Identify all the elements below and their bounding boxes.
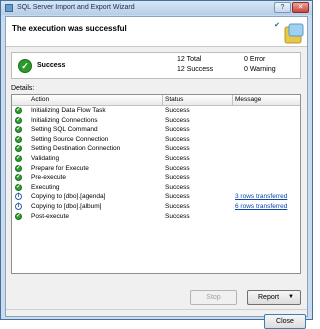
success-icon: ✓ <box>15 145 22 153</box>
close-window-button[interactable]: ✕ <box>292 2 309 13</box>
error-count: 0 Error <box>244 56 266 63</box>
row-action: Copying to [dbo].[album] <box>31 202 102 210</box>
wizard-graphic-icon <box>284 23 304 44</box>
row-status: Success <box>165 183 190 191</box>
window-title: SQL Server Import and Export Wizard <box>17 4 135 11</box>
table-row[interactable]: ✓ Initializing Connections Success <box>12 116 300 126</box>
stop-button[interactable]: Stop <box>190 290 237 305</box>
report-button[interactable]: Report ▼ <box>247 290 301 305</box>
row-status: Success <box>165 174 190 182</box>
row-action: Initializing Connections <box>31 116 98 124</box>
total-count: 12 Total <box>177 56 202 63</box>
info-icon: i <box>15 193 22 201</box>
row-action: Setting SQL Command <box>31 126 98 134</box>
row-action: Prepare for Execute <box>31 164 89 172</box>
success-icon: ✓ <box>15 212 22 220</box>
row-status: Success <box>165 193 190 201</box>
close-button[interactable]: Close <box>264 314 306 329</box>
success-icon: ✓ <box>15 154 22 162</box>
row-status: Success <box>165 154 190 162</box>
table-row[interactable]: ✓ Setting Source Connection Success <box>12 135 300 145</box>
row-status: Success <box>165 202 190 210</box>
table-header: Action Status Message <box>12 95 300 106</box>
column-header-action[interactable]: Action <box>31 96 49 103</box>
success-status-icon: ✓ <box>18 59 32 73</box>
report-button-label: Report <box>258 294 280 301</box>
row-status: Success <box>165 116 190 124</box>
title-bar: SQL Server Import and Export Wizard ? ✕ <box>1 1 312 15</box>
row-message-link[interactable]: 3 rows transferred <box>235 193 287 200</box>
wizard-header: The execution was successful ✔ <box>6 17 307 47</box>
page-heading: The execution was successful <box>12 24 127 33</box>
row-status: Success <box>165 126 190 134</box>
checkmark-icon: ✔ <box>274 22 280 29</box>
window-controls: ? ✕ <box>274 2 309 13</box>
row-action: Validating <box>31 154 60 162</box>
row-status: Success <box>165 145 190 153</box>
details-table[interactable]: Action Status Message ✓ Initializing Data… <box>11 94 301 274</box>
row-status: Success <box>165 164 190 172</box>
success-icon: ✓ <box>15 183 22 191</box>
row-message-link[interactable]: 6 rows transferred <box>235 203 287 210</box>
success-icon: ✓ <box>15 174 22 182</box>
summary-panel: ✓ Success 12 Total 12 Success 0 Error 0 … <box>11 52 301 79</box>
info-icon: i <box>15 202 22 210</box>
warning-count: 0 Warning <box>244 66 276 73</box>
row-action: Copying to [dbo].[agenda] <box>31 193 106 201</box>
success-icon: ✓ <box>15 116 22 124</box>
success-icon: ✓ <box>15 135 22 143</box>
dropdown-arrow-icon: ▼ <box>288 294 294 300</box>
row-action: Initializing Data Flow Task <box>31 107 106 114</box>
column-header-message[interactable]: Message <box>235 96 261 103</box>
row-action: Executing <box>31 183 60 191</box>
table-row[interactable]: ✓ Prepare for Execute Success <box>12 164 300 174</box>
table-row[interactable]: ✓ Setting Destination Connection Success <box>12 144 300 154</box>
footer-divider <box>6 309 307 310</box>
row-action: Setting Destination Connection <box>31 145 121 153</box>
table-row[interactable]: ✓ Executing Success <box>12 183 300 193</box>
table-row[interactable]: ✓ Validating Success <box>12 154 300 164</box>
table-row[interactable]: i Copying to [dbo].[album] Success 6 rows t… <box>12 202 300 212</box>
row-action: Setting Source Connection <box>31 135 109 143</box>
table-row[interactable]: i Copying to [dbo].[agenda] Success 3 rows … <box>12 192 300 202</box>
success-icon: ✓ <box>15 164 22 172</box>
success-icon: ✓ <box>15 126 22 134</box>
table-row[interactable]: ✓ Post-execute Success <box>12 212 300 222</box>
app-icon <box>5 4 13 12</box>
column-header-status[interactable]: Status <box>165 96 183 103</box>
wizard-window: SQL Server Import and Export Wizard ? ✕ … <box>0 0 313 329</box>
success-count: 12 Success <box>177 66 214 73</box>
success-icon: ✓ <box>15 107 22 114</box>
row-action: Post-execute <box>31 212 69 220</box>
row-status: Success <box>165 107 190 114</box>
row-status: Success <box>165 212 190 220</box>
row-action: Pre-execute <box>31 174 67 182</box>
table-row[interactable]: ✓ Initializing Data Flow Task Success <box>12 106 300 116</box>
table-row[interactable]: ✓ Pre-execute Success <box>12 173 300 183</box>
wizard-client-area: The execution was successful ✔ ✓ Success… <box>5 16 308 329</box>
details-label: Details: <box>11 85 35 92</box>
table-body: ✓ Initializing Data Flow Task Success ✓ Init… <box>12 106 300 221</box>
table-row[interactable]: ✓ Setting SQL Command Success <box>12 125 300 135</box>
help-button[interactable]: ? <box>274 2 291 13</box>
row-status: Success <box>165 135 190 143</box>
summary-status: Success <box>37 62 66 69</box>
